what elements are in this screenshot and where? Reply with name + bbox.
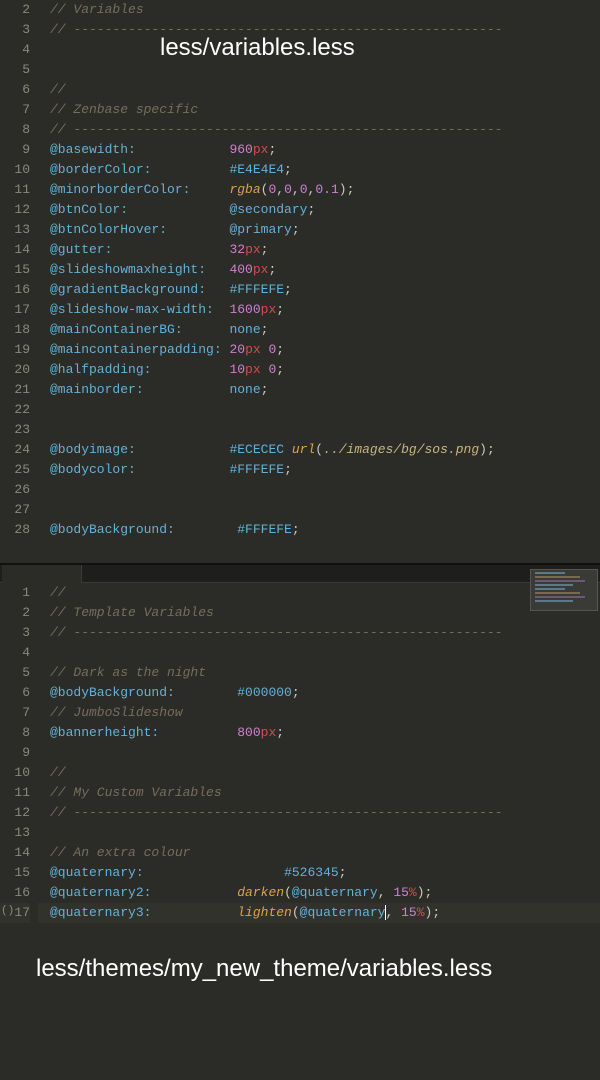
line-number: 19 bbox=[0, 340, 30, 360]
line-number: 20 bbox=[0, 360, 30, 380]
line-number: 23 bbox=[0, 420, 30, 440]
line-number: 9 bbox=[0, 140, 30, 160]
code-line[interactable] bbox=[50, 823, 600, 843]
code-line[interactable]: @minorborderColor: rgba(0,0,0,0.1); bbox=[50, 180, 600, 200]
code-line[interactable]: @halfpadding: 10px 0; bbox=[50, 360, 600, 380]
code-line[interactable]: @quaternary2: darken(@quaternary, 15%); bbox=[50, 883, 600, 903]
minimap[interactable] bbox=[530, 569, 598, 611]
file-path-caption-top: less/variables.less bbox=[160, 34, 355, 62]
code-line[interactable]: @maincontainerpadding: 20px 0; bbox=[50, 340, 600, 360]
code-line[interactable]: // bbox=[50, 80, 600, 100]
line-number: 8 bbox=[0, 120, 30, 140]
line-number: 7 bbox=[0, 100, 30, 120]
code-line[interactable]: @gutter: 32px; bbox=[50, 240, 600, 260]
line-number: 28 bbox=[0, 520, 30, 540]
code-line[interactable]: @bodycolor: #FFFEFE; bbox=[50, 460, 600, 480]
code-line[interactable]: // -------------------------------------… bbox=[50, 120, 600, 140]
code-line[interactable]: @bannerheight: 800px; bbox=[50, 723, 600, 743]
editor-pane-top: less/variables.less 23456789101112131415… bbox=[0, 0, 600, 565]
line-number: 12 bbox=[0, 803, 30, 823]
code-line[interactable]: // -------------------------------------… bbox=[50, 803, 600, 823]
code-line[interactable]: // bbox=[50, 583, 600, 603]
line-number: 6 bbox=[0, 80, 30, 100]
line-number: 9 bbox=[0, 743, 30, 763]
line-number: 4 bbox=[0, 643, 30, 663]
line-number: 13 bbox=[0, 220, 30, 240]
code-line[interactable]: @quaternary: #526345; bbox=[50, 863, 600, 883]
line-number: 3 bbox=[0, 623, 30, 643]
line-number: 2 bbox=[0, 603, 30, 623]
line-number: 22 bbox=[0, 400, 30, 420]
line-number: 4 bbox=[0, 40, 30, 60]
code-line[interactable]: @quaternary3: lighten(@quaternary, 15%); bbox=[38, 903, 600, 923]
code-line[interactable]: @mainborder: none; bbox=[50, 380, 600, 400]
code-line[interactable]: // Variables bbox=[50, 0, 600, 20]
code-line[interactable] bbox=[50, 400, 600, 420]
editor-tab[interactable] bbox=[2, 565, 82, 583]
line-number: 18 bbox=[0, 320, 30, 340]
code-line[interactable]: // JumboSlideshow bbox=[50, 703, 600, 723]
code-line[interactable] bbox=[50, 60, 600, 80]
file-path-caption-bottom: less/themes/my_new_theme/variables.less bbox=[36, 955, 492, 983]
line-number: 14 bbox=[0, 240, 30, 260]
code-line[interactable] bbox=[50, 743, 600, 763]
code-line[interactable]: // Template Variables bbox=[50, 603, 600, 623]
line-number: 15 bbox=[0, 260, 30, 280]
code-line[interactable] bbox=[50, 643, 600, 663]
code-area[interactable]: //// Template Variables// --------------… bbox=[38, 583, 600, 923]
line-number: 16 bbox=[0, 883, 30, 903]
line-number: 21 bbox=[0, 380, 30, 400]
line-number: 1 bbox=[0, 583, 30, 603]
code-line[interactable]: @slideshowmaxheight: 400px; bbox=[50, 260, 600, 280]
line-number: 17 bbox=[0, 300, 30, 320]
tab-bar[interactable] bbox=[0, 565, 600, 583]
fold-marker-icon[interactable]: () bbox=[1, 905, 14, 917]
line-number: 2 bbox=[0, 0, 30, 20]
code-line[interactable]: // An extra colour bbox=[50, 843, 600, 863]
line-number: 5 bbox=[0, 60, 30, 80]
code-line[interactable]: @bodyimage: #ECECEC url(../images/bg/sos… bbox=[50, 440, 600, 460]
line-number: 16 bbox=[0, 280, 30, 300]
code-line[interactable]: // Zenbase specific bbox=[50, 100, 600, 120]
line-number: 15 bbox=[0, 863, 30, 883]
line-number: 10 bbox=[0, 160, 30, 180]
code-line[interactable]: @gradientBackground: #FFFEFE; bbox=[50, 280, 600, 300]
editor-pane-bottom: less/themes/my_new_theme/variables.less … bbox=[0, 565, 600, 1080]
code-line[interactable]: @mainContainerBG: none; bbox=[50, 320, 600, 340]
line-number: 5 bbox=[0, 663, 30, 683]
code-line[interactable]: // My Custom Variables bbox=[50, 783, 600, 803]
code-line[interactable]: // Dark as the night bbox=[50, 663, 600, 683]
code-line[interactable]: // bbox=[50, 763, 600, 783]
editor-area-top[interactable]: 2345678910111213141516171819202122232425… bbox=[0, 0, 600, 540]
line-number: 3 bbox=[0, 20, 30, 40]
code-line[interactable]: @bodyBackground: #FFFEFE; bbox=[50, 520, 600, 540]
line-number: 8 bbox=[0, 723, 30, 743]
line-number: 6 bbox=[0, 683, 30, 703]
code-line[interactable]: @slideshow-max-width: 1600px; bbox=[50, 300, 600, 320]
line-number: 24 bbox=[0, 440, 30, 460]
line-number: 25 bbox=[0, 460, 30, 480]
code-line[interactable]: // -------------------------------------… bbox=[50, 623, 600, 643]
code-line[interactable] bbox=[50, 420, 600, 440]
code-line[interactable] bbox=[50, 500, 600, 520]
code-area[interactable]: // Variables // -------------------------… bbox=[38, 0, 600, 540]
line-number: 26 bbox=[0, 480, 30, 500]
line-number: 10 bbox=[0, 763, 30, 783]
code-line[interactable]: @btnColorHover: @primary; bbox=[50, 220, 600, 240]
code-line[interactable]: @borderColor: #E4E4E4; bbox=[50, 160, 600, 180]
line-number-gutter: 2345678910111213141516171819202122232425… bbox=[0, 0, 38, 540]
line-number-gutter: 12345678910111213141516()17 bbox=[0, 583, 38, 923]
line-number: 13 bbox=[0, 823, 30, 843]
editor-area-bottom[interactable]: 12345678910111213141516()17 //// Templat… bbox=[0, 583, 600, 923]
line-number: 11 bbox=[0, 180, 30, 200]
line-number: 14 bbox=[0, 843, 30, 863]
line-number: 7 bbox=[0, 703, 30, 723]
line-number: 27 bbox=[0, 500, 30, 520]
code-line[interactable]: @basewidth: 960px; bbox=[50, 140, 600, 160]
line-number: 12 bbox=[0, 200, 30, 220]
code-line[interactable] bbox=[50, 480, 600, 500]
code-line[interactable]: @bodyBackground: #000000; bbox=[50, 683, 600, 703]
line-number: 11 bbox=[0, 783, 30, 803]
code-line[interactable]: @btnColor: @secondary; bbox=[50, 200, 600, 220]
